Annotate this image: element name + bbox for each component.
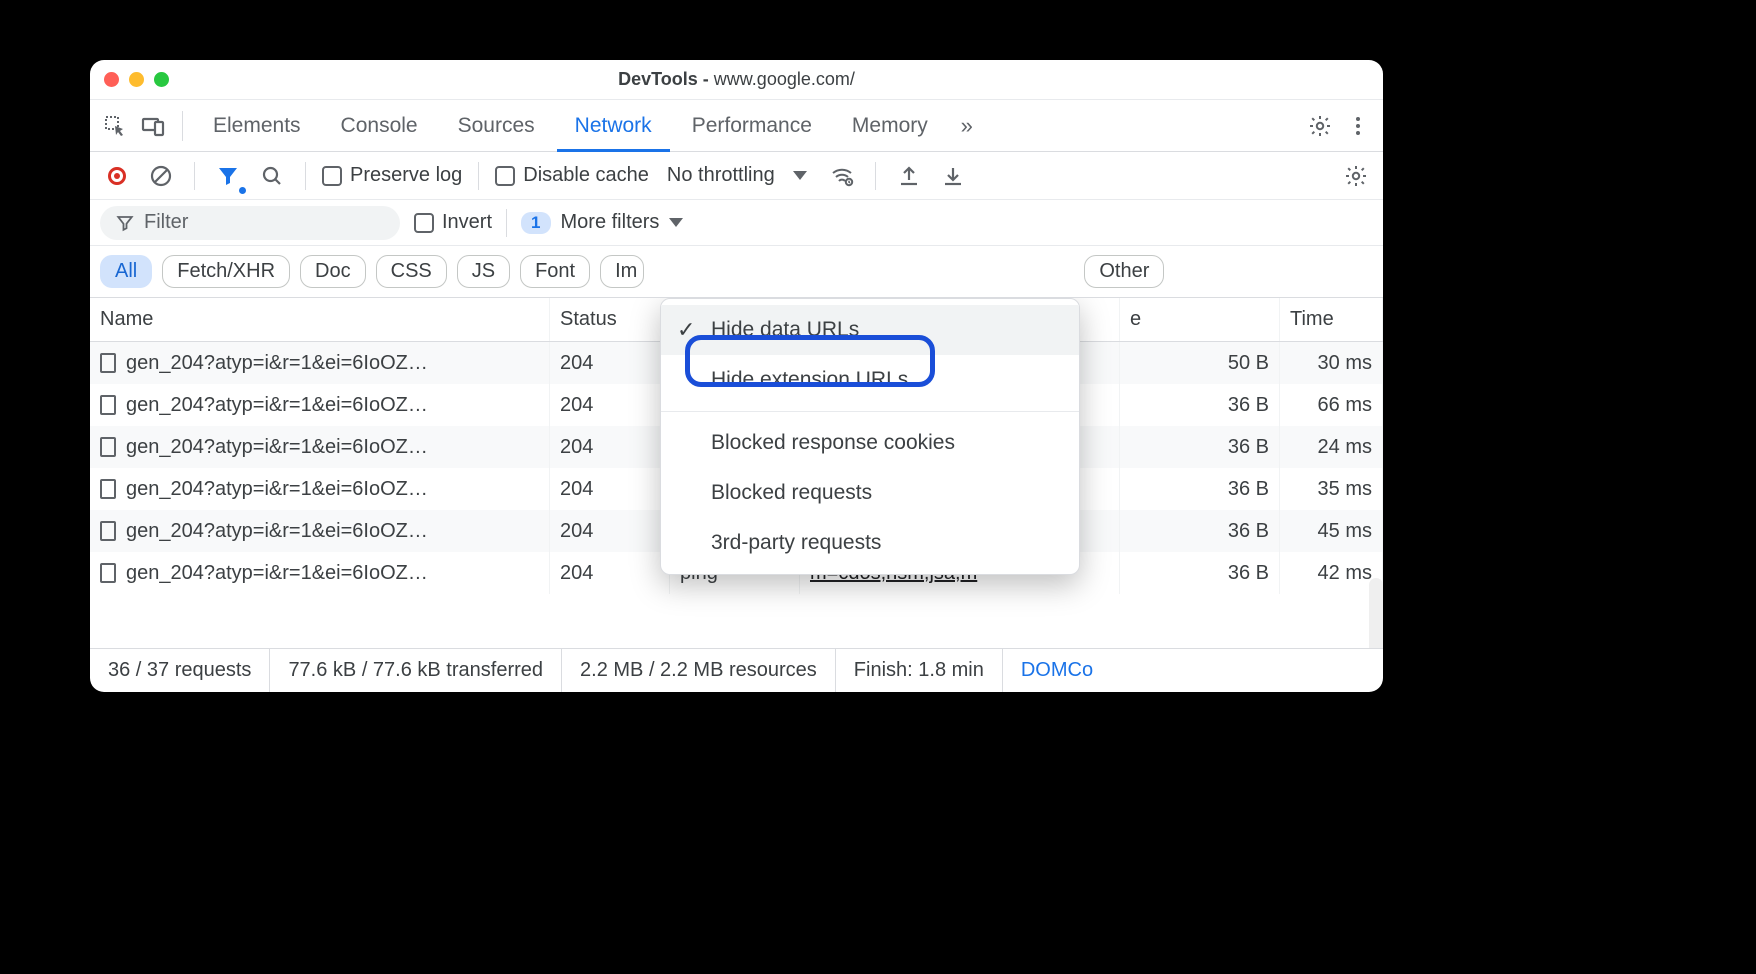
- filter-hide-data-urls[interactable]: ✓ Hide data URLs: [661, 305, 1079, 355]
- invert-checkbox[interactable]: Invert: [414, 211, 492, 234]
- filter-hide-extension-urls[interactable]: Hide extension URLs: [661, 355, 1079, 405]
- window-title: DevTools - www.google.com/: [90, 69, 1383, 90]
- filter-toggle-icon[interactable]: [211, 159, 245, 193]
- chip-doc[interactable]: Doc: [300, 255, 366, 288]
- document-icon: [100, 437, 116, 457]
- title-prefix: DevTools -: [618, 69, 714, 89]
- cell-time: 24 ms: [1280, 426, 1383, 468]
- tab-memory[interactable]: Memory: [834, 100, 946, 152]
- chevron-down-icon: [669, 218, 683, 227]
- clear-button[interactable]: [144, 159, 178, 193]
- filter-toolbar: Filter Invert 1 More filters: [90, 200, 1383, 246]
- tab-elements[interactable]: Elements: [195, 100, 319, 152]
- status-finish: Finish: 1.8 min: [836, 649, 1003, 692]
- throttling-select[interactable]: No throttling: [659, 164, 815, 187]
- more-filters-dropdown: ✓ Hide data URLs Hide extension URLs Blo…: [660, 298, 1080, 575]
- type-filter-chips: All Fetch/XHR Doc CSS JS Font Im Other: [90, 246, 1383, 298]
- cell-name: gen_204?atyp=i&r=1&ei=6IoOZ…: [90, 384, 550, 426]
- chip-js[interactable]: JS: [457, 255, 510, 288]
- cell-time: 35 ms: [1280, 468, 1383, 510]
- tab-performance[interactable]: Performance: [674, 100, 830, 152]
- cell-name: gen_204?atyp=i&r=1&ei=6IoOZ…: [90, 510, 550, 552]
- status-transferred: 77.6 kB / 77.6 kB transferred: [270, 649, 562, 692]
- cell-time: 42 ms: [1280, 552, 1383, 594]
- cell-status: 204: [550, 552, 670, 594]
- cell-name: gen_204?atyp=i&r=1&ei=6IoOZ…: [90, 468, 550, 510]
- cell-status: 204: [550, 426, 670, 468]
- status-requests: 36 / 37 requests: [90, 649, 270, 692]
- cell-name: gen_204?atyp=i&r=1&ei=6IoOZ…: [90, 426, 550, 468]
- cell-size: 36 B: [1120, 468, 1280, 510]
- chip-all[interactable]: All: [100, 255, 152, 288]
- document-icon: [100, 563, 116, 583]
- col-time[interactable]: Time: [1280, 298, 1383, 341]
- filter-input[interactable]: Filter: [100, 206, 400, 240]
- col-status[interactable]: Status: [550, 298, 670, 341]
- filter-placeholder: Filter: [144, 211, 188, 234]
- cell-name: gen_204?atyp=i&r=1&ei=6IoOZ…: [90, 552, 550, 594]
- chip-fetch-xhr[interactable]: Fetch/XHR: [162, 255, 290, 288]
- cell-time: 66 ms: [1280, 384, 1383, 426]
- funnel-icon: [116, 214, 134, 232]
- search-icon[interactable]: [255, 159, 289, 193]
- cell-status: 204: [550, 468, 670, 510]
- tab-console[interactable]: Console: [323, 100, 436, 152]
- status-bar: 36 / 37 requests 77.6 kB / 77.6 kB trans…: [90, 648, 1383, 692]
- cell-status: 204: [550, 342, 670, 384]
- tab-network[interactable]: Network: [557, 100, 670, 152]
- more-filters-count-badge: 1: [521, 212, 550, 234]
- kebab-menu-icon[interactable]: [1341, 109, 1375, 143]
- requests-table: Name Status e Time gen_204?atyp=i&r=1&ei…: [90, 298, 1383, 648]
- filter-blocked-response-cookies[interactable]: Blocked response cookies: [661, 418, 1079, 468]
- devtools-window: DevTools - www.google.com/ Elements Cons…: [90, 60, 1383, 692]
- cell-size: 36 B: [1120, 510, 1280, 552]
- document-icon: [100, 521, 116, 541]
- chevron-down-icon: [793, 171, 807, 180]
- cell-time: 30 ms: [1280, 342, 1383, 384]
- inspect-element-icon[interactable]: [98, 109, 132, 143]
- cell-size: 36 B: [1120, 384, 1280, 426]
- panel-tabs: Elements Console Sources Network Perform…: [90, 100, 1383, 152]
- tab-sources[interactable]: Sources: [440, 100, 553, 152]
- document-icon: [100, 479, 116, 499]
- disable-cache-checkbox[interactable]: Disable cache: [495, 164, 649, 187]
- cell-status: 204: [550, 510, 670, 552]
- checkmark-icon: ✓: [677, 317, 695, 343]
- status-resources: 2.2 MB / 2.2 MB resources: [562, 649, 836, 692]
- filter-blocked-requests[interactable]: Blocked requests: [661, 468, 1079, 518]
- chip-img[interactable]: Im: [600, 255, 644, 288]
- chip-font[interactable]: Font: [520, 255, 590, 288]
- chip-other[interactable]: Other: [1084, 255, 1164, 288]
- col-size[interactable]: e: [1120, 298, 1280, 341]
- titlebar: DevTools - www.google.com/: [90, 60, 1383, 100]
- device-toolbar-icon[interactable]: [136, 109, 170, 143]
- preserve-log-checkbox[interactable]: Preserve log: [322, 164, 462, 187]
- cell-time: 45 ms: [1280, 510, 1383, 552]
- more-tabs-icon[interactable]: »: [950, 109, 984, 143]
- settings-gear-icon[interactable]: [1303, 109, 1337, 143]
- chip-css[interactable]: CSS: [376, 255, 447, 288]
- title-host: www.google.com/: [714, 69, 855, 89]
- filter-3rd-party-requests[interactable]: 3rd-party requests: [661, 518, 1079, 568]
- cell-name: gen_204?atyp=i&r=1&ei=6IoOZ…: [90, 342, 550, 384]
- status-domcontentloaded: DOMCo: [1003, 649, 1111, 692]
- import-har-icon[interactable]: [936, 159, 970, 193]
- cell-status: 204: [550, 384, 670, 426]
- document-icon: [100, 395, 116, 415]
- cell-size: 36 B: [1120, 426, 1280, 468]
- export-har-icon[interactable]: [892, 159, 926, 193]
- network-toolbar: Preserve log Disable cache No throttling: [90, 152, 1383, 200]
- cell-size: 36 B: [1120, 552, 1280, 594]
- more-filters-dropdown-trigger[interactable]: 1 More filters: [521, 211, 683, 234]
- document-icon: [100, 353, 116, 373]
- cell-size: 50 B: [1120, 342, 1280, 384]
- record-button[interactable]: [100, 159, 134, 193]
- network-settings-gear-icon[interactable]: [1339, 159, 1373, 193]
- network-conditions-icon[interactable]: [825, 159, 859, 193]
- scrollbar-track: [1369, 578, 1383, 648]
- col-name[interactable]: Name: [90, 298, 550, 341]
